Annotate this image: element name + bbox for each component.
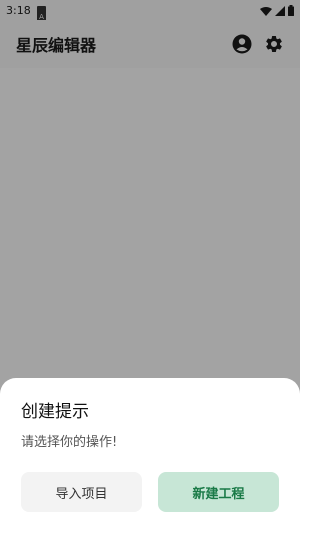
app-title: 星辰编辑器 bbox=[16, 36, 97, 55]
status-bar: 3:18 A bbox=[0, 0, 300, 21]
battery-icon bbox=[288, 1, 294, 20]
dialog-message: 请选择你的操作! bbox=[21, 435, 118, 450]
new-project-button[interactable]: 新建工程 bbox=[158, 472, 279, 512]
create-prompt-sheet: 创建提示 请选择你的操作! 导入项目 新建工程 bbox=[0, 378, 300, 533]
account-icon[interactable] bbox=[232, 34, 252, 54]
status-time: 3:18 bbox=[6, 3, 31, 17]
notification-a-icon: A bbox=[36, 5, 46, 21]
import-project-button[interactable]: 导入项目 bbox=[21, 472, 142, 512]
dialog-title: 创建提示 bbox=[21, 402, 89, 422]
app-bar: 星辰编辑器 bbox=[0, 20, 300, 68]
status-icons bbox=[260, 1, 294, 20]
dialog-buttons: 导入项目 新建工程 bbox=[21, 472, 279, 512]
app-bar-actions bbox=[232, 34, 284, 54]
settings-gear-icon[interactable] bbox=[264, 34, 284, 54]
wifi-icon bbox=[260, 1, 272, 20]
signal-icon bbox=[275, 1, 285, 20]
